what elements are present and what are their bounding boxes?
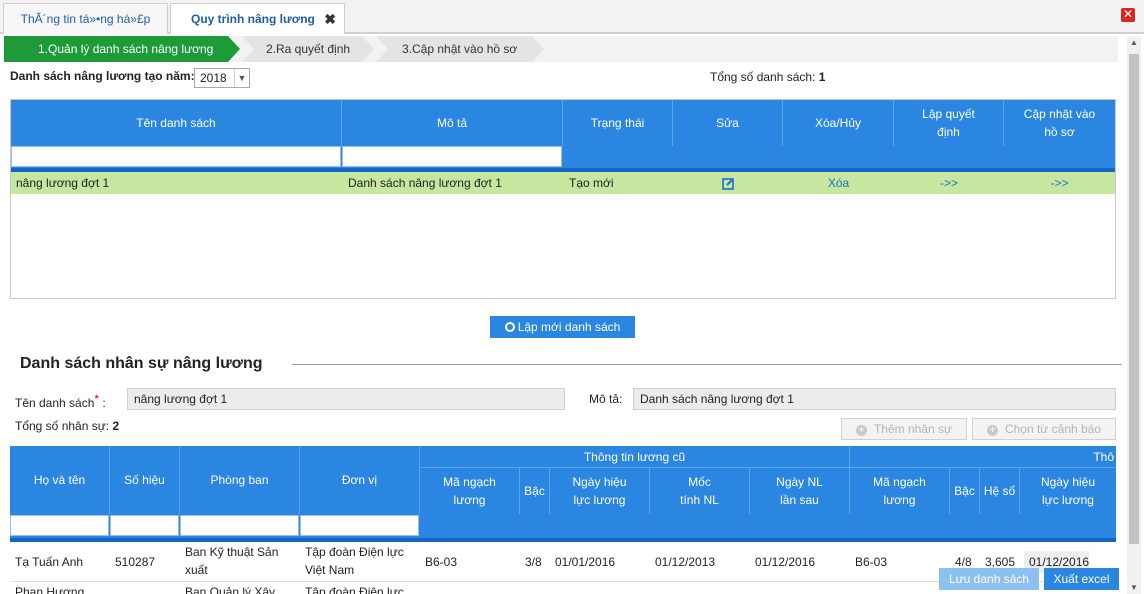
col-unit: Đơn vị: [300, 446, 420, 514]
list-total: Tổng số danh sách: 1: [710, 70, 825, 84]
create-list-label: Lập mới danh sách: [517, 320, 621, 334]
col-old-grade: Mã ngạch lương: [420, 468, 520, 514]
staff-list-name-label-group: Tên danh sách* :: [15, 392, 106, 410]
update-records-link[interactable]: ->>: [1004, 172, 1115, 194]
staff-table-header: Họ và tên Số hiệu Phòng ban Đơn vị Thông…: [10, 446, 1116, 514]
row-new-grade: B6-03: [855, 555, 888, 569]
plus-circle-icon: +: [986, 425, 998, 436]
tab-salary-process-label: Quy trình nâng lương: [191, 12, 315, 26]
col-code: Số hiệu: [110, 446, 180, 514]
filter-list-name-input[interactable]: [11, 146, 341, 167]
row-list-name: nâng lương đợt 1: [16, 176, 110, 190]
step-manage-list[interactable]: 1.Quản lý danh sách nâng lương: [4, 36, 240, 62]
row-full-name: Tạ Tuấn Anh: [15, 555, 84, 569]
col-old-milestone: Mốc tính NL: [650, 468, 750, 514]
col-delete: Xóa/Hủy: [783, 100, 894, 146]
step-decision[interactable]: 2.Ra quyết định: [242, 36, 374, 62]
row-old-milestone: 01/12/2013: [655, 555, 716, 569]
salary-list-table: Tên danh sách Mô tả Trạng thái Sửa Xóa/H…: [10, 99, 1116, 299]
vertical-scrollbar[interactable]: ▲ ▼: [1127, 36, 1141, 594]
zoom-plus-icon: [504, 322, 515, 332]
add-staff-button[interactable]: + Thêm nhân sự: [841, 418, 967, 440]
row-unit: Tập đoàn Điện lực: [305, 585, 404, 594]
step-update-records[interactable]: 3.Cập nhật vào hồ sơ: [376, 36, 544, 62]
section-divider: [292, 364, 1122, 365]
row-description: Danh sách nâng lương đợt 1: [348, 176, 502, 190]
salary-list-filter-row: [11, 146, 1115, 168]
staff-total-value: 2: [112, 419, 120, 433]
year-label: Danh sách nâng lương tạo năm:: [10, 69, 195, 83]
staff-total: Tổng số nhân sự: 2: [15, 419, 119, 433]
choose-from-warning-button[interactable]: + Chọn từ cảnh báo: [972, 418, 1116, 440]
col-new-step: Bậc: [950, 468, 980, 514]
col-status: Trạng thái: [563, 100, 673, 146]
staff-list-name-label: Tên danh sách: [15, 396, 95, 410]
col-description: Mô tả: [342, 100, 563, 146]
row-old-step: 3/8: [525, 555, 542, 569]
step-wizard: 1.Quản lý danh sách nâng lương 2.Ra quyế…: [4, 36, 1118, 62]
table-row[interactable]: nâng lương đợt 1 Danh sách nâng lương đợ…: [11, 172, 1115, 194]
scroll-up-icon[interactable]: ▲: [1130, 38, 1138, 47]
filter-unit-input[interactable]: [300, 515, 419, 536]
add-staff-label: Thêm nhân sự: [873, 422, 953, 436]
decision-link[interactable]: ->>: [894, 172, 1004, 194]
row-department: Ban Kỹ thuật Sản xuất: [185, 545, 279, 577]
save-list-button[interactable]: Lưu danh sách: [939, 568, 1039, 590]
close-tab-icon[interactable]: ✖: [324, 4, 336, 34]
col-full-name: Họ và tên: [10, 446, 110, 514]
staff-header-divider: [10, 538, 1116, 542]
staff-list-name-field[interactable]: nâng lương đợt 1: [127, 388, 565, 410]
col-update-records: Cập nhật vào hồ sơ: [1023, 107, 1096, 139]
required-mark: *: [94, 392, 100, 406]
tab-salary-process[interactable]: Quy trình nâng lương ✖: [170, 3, 345, 34]
chevron-down-icon[interactable]: ▼: [234, 69, 249, 87]
filter-code-input[interactable]: [110, 515, 179, 536]
salary-list-header: Tên danh sách Mô tả Trạng thái Sửa Xóa/H…: [11, 100, 1115, 146]
row-old-next: 01/12/2016: [755, 555, 816, 569]
group-old-salary: Thông tin lương cũ: [420, 446, 850, 468]
row-full-name: Phan Hương: [15, 585, 85, 594]
col-old-next: Ngày NL lần sau: [750, 468, 850, 514]
group-new-salary: Thô: [850, 446, 1116, 468]
delete-link[interactable]: Xóa: [783, 172, 894, 194]
col-new-coef: Hệ số: [980, 468, 1020, 514]
filter-description-input[interactable]: [342, 146, 562, 167]
label-colon: :: [102, 396, 106, 410]
col-new-grade: Mã ngạch lương: [850, 468, 950, 514]
list-total-label: Tổng số danh sách:: [710, 70, 816, 84]
plus-circle-icon: +: [855, 425, 867, 436]
row-unit: Tập đoàn Điện lực Việt Nam: [305, 545, 404, 577]
row-old-effective: 01/01/2016: [555, 555, 616, 569]
choose-from-warning-label: Chọn từ cảnh báo: [1004, 422, 1102, 436]
staff-filter-row: [10, 514, 1116, 538]
col-old-step: Bậc: [520, 468, 550, 514]
staff-desc-field[interactable]: Danh sách nâng lương đợt 1: [633, 388, 1116, 410]
year-value: 2018: [200, 71, 227, 85]
filter-department-input[interactable]: [180, 515, 299, 536]
col-edit: Sửa: [673, 100, 783, 146]
staff-desc-label: Mô tả:: [589, 392, 623, 406]
staff-total-label: Tổng số nhân sự:: [15, 419, 110, 433]
row-old-grade: B6-03: [425, 555, 458, 569]
scroll-down-icon[interactable]: ▼: [1130, 583, 1138, 592]
scroll-thumb[interactable]: [1129, 54, 1139, 544]
create-list-button[interactable]: Lập mới danh sách: [490, 316, 635, 338]
row-status: Tạo mới: [569, 176, 614, 190]
col-department: Phòng ban: [180, 446, 300, 514]
col-old-effective: Ngày hiệu lực lương: [550, 468, 650, 514]
filter-full-name-input[interactable]: [10, 515, 109, 536]
col-decision: Lập quyết định: [894, 100, 1004, 146]
year-select[interactable]: 2018 ▼: [194, 68, 250, 88]
edit-icon[interactable]: [673, 172, 783, 194]
section-title: Danh sách nhân sự nâng lương: [20, 355, 263, 372]
list-total-value: 1: [818, 70, 826, 84]
tab-bar: ThĂ´ng tin tá»•ng há»£p Quy trình nâng l…: [0, 0, 1144, 34]
export-excel-button[interactable]: Xuất excel: [1044, 568, 1119, 590]
row-department: Ban Quản lý Xây: [185, 585, 276, 594]
tab-general-info[interactable]: ThĂ´ng tin tá»•ng há»£p: [3, 3, 168, 34]
row-code: 510287: [115, 555, 156, 569]
col-list-name: Tên danh sách: [11, 100, 342, 146]
close-window-icon[interactable]: ✕: [1121, 8, 1135, 22]
col-new-effective: Ngày hiệu lực lương: [1040, 475, 1096, 507]
